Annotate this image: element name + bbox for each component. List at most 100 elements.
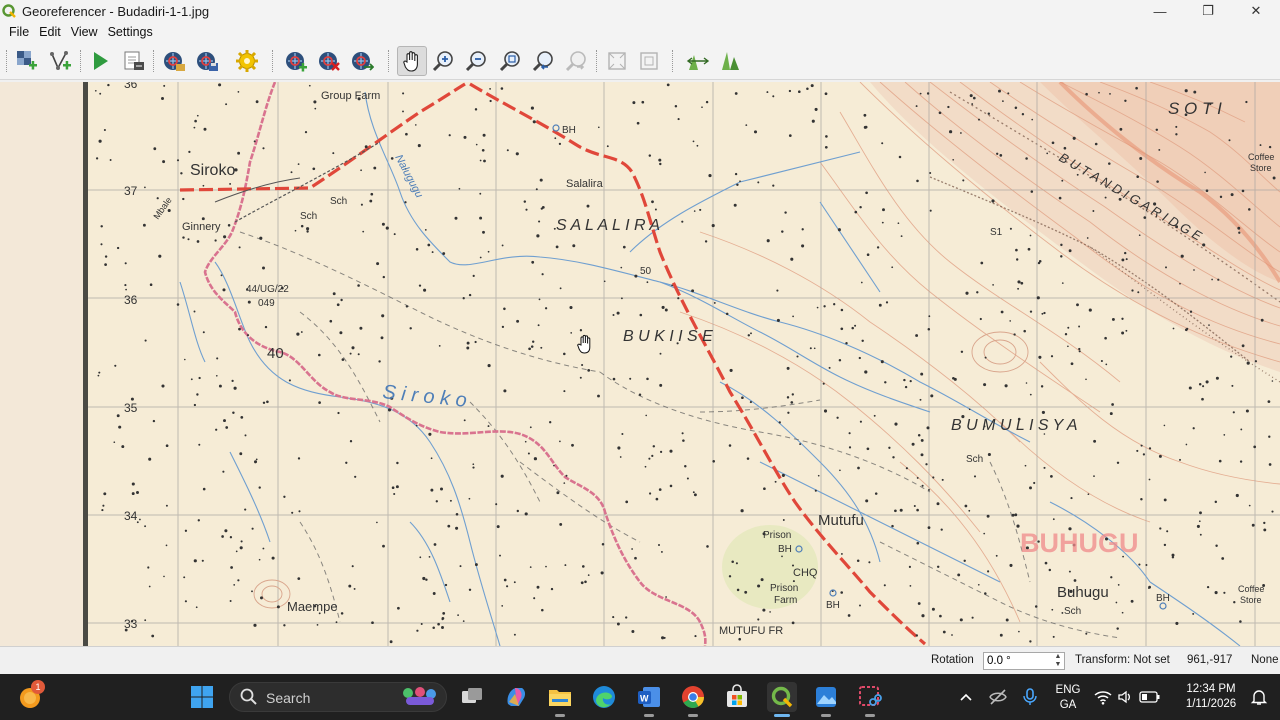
generate-gdal-script-button[interactable]: [121, 48, 147, 74]
hut-dot: [196, 393, 199, 396]
hut-dot: [1131, 289, 1134, 292]
menu-file[interactable]: File: [4, 25, 34, 39]
toolbar-separator: [6, 50, 7, 72]
transformation-settings-button[interactable]: [234, 48, 260, 74]
add-vector-button[interactable]: [48, 48, 74, 74]
hut-dot: [308, 84, 311, 87]
move-gcp-point-button[interactable]: [349, 48, 375, 74]
hut-dot: [415, 424, 418, 427]
language-indicator[interactable]: ENG GA: [1050, 683, 1086, 713]
hut-dot: [584, 580, 587, 584]
notifications-button[interactable]: [1244, 682, 1274, 712]
spin-up-icon[interactable]: ▲: [1055, 653, 1062, 660]
snipping-tool-button[interactable]: [855, 682, 885, 712]
hut-dot: [1235, 493, 1239, 498]
hut-dot: [1068, 570, 1071, 573]
quick-settings-button[interactable]: [1091, 682, 1163, 712]
hut-dot: [885, 301, 889, 304]
taskbar-search[interactable]: Search: [229, 682, 447, 712]
rotation-spinner[interactable]: ▲ ▼: [1052, 653, 1064, 669]
hut-dot: [524, 512, 528, 516]
show-hidden-icons-button[interactable]: [951, 682, 981, 712]
add-raster-button[interactable]: [14, 48, 40, 74]
link-georeferencer-to-qgis-button[interactable]: [604, 48, 630, 74]
store-button[interactable]: [722, 682, 752, 712]
start-button[interactable]: [187, 682, 217, 712]
hut-dot: [158, 254, 162, 258]
clock[interactable]: 12:34 PM 1/11/2026: [1176, 682, 1246, 712]
link-qgis-to-georeferencer-button[interactable]: [636, 48, 662, 74]
zoom-last-button[interactable]: [531, 48, 557, 74]
hut-dot: [99, 92, 102, 95]
hut-dot: [681, 432, 684, 435]
pan-button[interactable]: [397, 46, 427, 76]
hut-dot: [833, 303, 836, 306]
add-point-button[interactable]: [283, 48, 309, 74]
close-button[interactable]: ✕: [1232, 0, 1280, 22]
hut-dot: [825, 135, 828, 138]
zoom-in-button[interactable]: [431, 48, 457, 74]
hut-dot: [1078, 350, 1081, 353]
full-histogram-stretch-button[interactable]: [685, 48, 711, 74]
hut-dot: [1232, 411, 1235, 414]
hut-dot: [731, 560, 734, 563]
hut-dot: [916, 541, 920, 545]
hut-dot: [904, 385, 908, 389]
hut-dot: [463, 419, 466, 422]
zoom-out-button[interactable]: [464, 48, 490, 74]
save-gcp-points-button[interactable]: [194, 48, 220, 74]
hut-dot: [1070, 362, 1074, 366]
hut-dot: [801, 244, 805, 248]
hut-dot: [1199, 533, 1202, 536]
hut-dot: [1263, 528, 1267, 532]
qgis-taskbar-button[interactable]: [767, 682, 797, 712]
hut-dot: [468, 588, 472, 592]
hut-dot: [482, 230, 485, 234]
hut-dot: [148, 585, 151, 588]
edge-button[interactable]: [589, 682, 619, 712]
widgets-button[interactable]: 1: [16, 680, 46, 712]
zoom-to-layer-button[interactable]: [498, 48, 524, 74]
hut-dot: [1031, 118, 1034, 121]
full-histogram-stretch-icon: [686, 55, 710, 70]
georeferencer-map-canvas[interactable]: 36 37 36 35 34 33 Group Farm Siroko Ginn…: [0, 82, 1280, 646]
delete-point-button[interactable]: [316, 48, 342, 74]
word-button[interactable]: W: [634, 682, 664, 712]
hut-dot: [244, 434, 247, 437]
start-georeferencing-button[interactable]: [87, 48, 113, 74]
menu-view[interactable]: View: [66, 25, 103, 39]
hut-dot: [1046, 152, 1049, 155]
zoom-next-button[interactable]: [564, 48, 590, 74]
menu-settings[interactable]: Settings: [103, 25, 158, 39]
save-gcp-points-icon: [197, 52, 218, 71]
hut-dot: [651, 200, 654, 204]
local-histogram-stretch-button[interactable]: [718, 48, 744, 74]
maximize-button[interactable]: ❐: [1184, 0, 1232, 22]
copilot-button[interactable]: [501, 682, 531, 712]
chrome-button[interactable]: [678, 682, 708, 712]
hut-dot: [97, 374, 100, 377]
hut-dot: [370, 192, 374, 196]
hut-dot: [1052, 518, 1055, 521]
rotation-label: Rotation: [931, 654, 974, 666]
load-gcp-points-button[interactable]: [161, 48, 187, 74]
hut-dot: [739, 180, 741, 183]
spin-down-icon[interactable]: ▼: [1055, 661, 1062, 668]
microphone-button[interactable]: [1015, 682, 1045, 712]
file-explorer-button[interactable]: [545, 682, 575, 712]
hut-dot: [845, 342, 848, 345]
hut-dot: [1110, 576, 1113, 579]
crs-status[interactable]: None: [1251, 654, 1279, 666]
photos-button[interactable]: [811, 682, 841, 712]
menu-edit[interactable]: Edit: [34, 25, 66, 39]
task-view-button[interactable]: [457, 682, 487, 712]
minimize-button[interactable]: —: [1136, 0, 1184, 22]
hut-dot: [1038, 260, 1042, 263]
hut-dot: [682, 439, 685, 442]
hut-dot: [1158, 148, 1161, 151]
hut-dot: [1121, 258, 1125, 262]
hut-dot: [203, 127, 207, 131]
scanned-topographic-map[interactable]: 36 37 36 35 34 33 Group Farm Siroko Ginn…: [0, 82, 1280, 646]
tray-app-button[interactable]: [983, 682, 1013, 712]
hut-dot: [472, 466, 475, 469]
